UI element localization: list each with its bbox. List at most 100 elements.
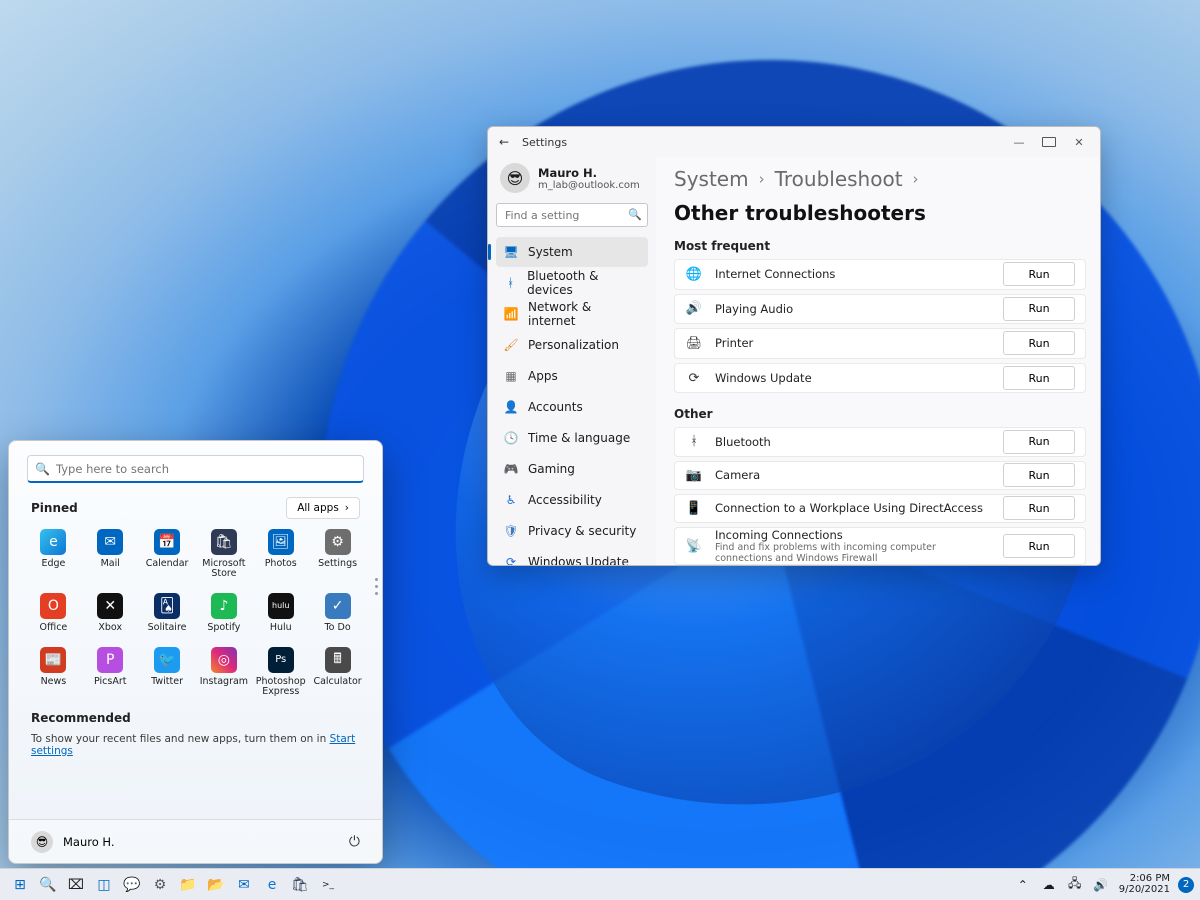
troubleshooter-title: Playing Audio	[715, 302, 991, 316]
terminal-taskbar[interactable]: >_	[315, 872, 341, 898]
troubleshooter-title: Internet Connections	[715, 267, 991, 281]
app-tile-news[interactable]: 📰 News	[25, 643, 82, 701]
spotify-icon: ♪	[211, 593, 237, 619]
nav-item-label: Personalization	[528, 338, 619, 352]
page-indicator[interactable]	[375, 578, 378, 595]
start-search-input[interactable]	[27, 455, 364, 483]
taskbar-clock[interactable]: 2:06 PM 9/20/2021	[1113, 874, 1176, 895]
nav-item-label: System	[528, 245, 573, 259]
app-tile-hulu[interactable]: hulu Hulu	[252, 589, 309, 637]
nav-item-label: Bluetooth & devices	[527, 269, 640, 297]
notification-badge[interactable]: 2	[1178, 877, 1194, 893]
todo-icon: ✓	[325, 593, 351, 619]
app-tile-edge[interactable]: e Edge	[25, 525, 82, 583]
nav-item-bluetooth-devices[interactable]: ᚼ Bluetooth & devices	[496, 268, 648, 298]
store-taskbar[interactable]: 🛍	[287, 872, 313, 898]
speaker-icon: 🔊	[685, 301, 703, 316]
crumb-troubleshoot[interactable]: Troubleshoot	[775, 167, 903, 191]
all-apps-button[interactable]: All apps ›	[286, 497, 360, 519]
app-tile-to-do[interactable]: ✓ To Do	[309, 589, 366, 637]
camera-icon: 📷	[685, 468, 703, 483]
nav-item-time-language[interactable]: 🕓 Time & language	[496, 423, 648, 453]
app-tile-settings[interactable]: ⚙ Settings	[309, 525, 366, 583]
troubleshooter-subtitle: Find and fix problems with incoming comp…	[715, 542, 991, 564]
run-button[interactable]: Run	[1003, 331, 1075, 355]
system-tray: ⌃☁🖧🔊	[1011, 872, 1113, 898]
troubleshooter-row: 🌐Internet Connections Run	[674, 259, 1086, 290]
maximize-button[interactable]	[1034, 127, 1064, 157]
app-tile-photos[interactable]: 🖼 Photos	[252, 525, 309, 583]
close-button[interactable]: ✕	[1064, 127, 1094, 157]
app-tile-calculator[interactable]: 🖩 Calculator	[309, 643, 366, 701]
settings-app-title: Settings	[522, 136, 567, 149]
volume-tray-icon[interactable]: 🔊	[1090, 872, 1112, 898]
app-tile-calendar[interactable]: 📅 Calendar	[139, 525, 196, 583]
avatar-icon: 😎	[31, 831, 53, 853]
start-user-button[interactable]: 😎 Mauro H.	[31, 831, 115, 853]
crumb-system[interactable]: System	[674, 167, 749, 191]
nav-item-accessibility[interactable]: ♿ Accessibility	[496, 485, 648, 515]
run-button[interactable]: Run	[1003, 463, 1075, 487]
start-user-name: Mauro H.	[63, 835, 115, 849]
back-button[interactable]: ←	[494, 135, 514, 149]
profile-block[interactable]: 😎 Mauro H. m_lab@outlook.com	[496, 157, 648, 203]
app-tile-office[interactable]: O Office	[25, 589, 82, 637]
app-label: Twitter	[151, 677, 183, 687]
run-button[interactable]: Run	[1003, 366, 1075, 390]
app-tile-mail[interactable]: ✉ Mail	[82, 525, 139, 583]
run-button[interactable]: Run	[1003, 430, 1075, 454]
nav-item-accounts[interactable]: 👤 Accounts	[496, 392, 648, 422]
nav-item-gaming[interactable]: 🎮 Gaming	[496, 454, 648, 484]
bluetooth-icon: ᚼ	[504, 276, 517, 290]
run-button[interactable]: Run	[1003, 262, 1075, 286]
edge-taskbar[interactable]: e	[259, 872, 285, 898]
settings-search-input[interactable]	[496, 203, 648, 227]
office-icon: O	[40, 593, 66, 619]
nav-item-privacy-security[interactable]: 🛡 Privacy & security	[496, 516, 648, 546]
app-tile-solitaire[interactable]: 🂡 Solitaire	[139, 589, 196, 637]
run-button[interactable]: Run	[1003, 534, 1075, 558]
phone-icon: 📱	[685, 501, 703, 516]
settings-window: ← Settings — ✕ 😎 Mauro H. m_lab@outlook.…	[487, 126, 1101, 566]
app-tile-photoshop-express[interactable]: Ps Photoshop Express	[252, 643, 309, 701]
app-tile-xbox[interactable]: ✕ Xbox	[82, 589, 139, 637]
troubleshooter-row: 📡Incoming ConnectionsFind and fix proble…	[674, 527, 1086, 565]
run-button[interactable]: Run	[1003, 297, 1075, 321]
network-tray-icon[interactable]: 🖧	[1064, 872, 1086, 898]
gaming-icon: 🎮	[504, 462, 518, 476]
calendar-icon: 📅	[154, 529, 180, 555]
explorer-taskbar-2[interactable]: 📂	[203, 872, 229, 898]
nav-item-network-internet[interactable]: 📶 Network & internet	[496, 299, 648, 329]
app-tile-twitter[interactable]: 🐦 Twitter	[139, 643, 196, 701]
nav-item-label: Windows Update	[528, 555, 629, 565]
run-button[interactable]: Run	[1003, 496, 1075, 520]
mail-taskbar[interactable]: ✉	[231, 872, 257, 898]
app-tile-microsoft-store[interactable]: 🛍 Microsoft Store	[195, 525, 252, 583]
app-tile-spotify[interactable]: ♪ Spotify	[195, 589, 252, 637]
nav-item-windows-update[interactable]: ⟳ Windows Update	[496, 547, 648, 565]
update-icon: ⟳	[504, 555, 518, 565]
accessibility-icon: ♿	[504, 493, 518, 507]
app-label: News	[41, 677, 67, 687]
tray-overflow-icon[interactable]: ⌃	[1012, 872, 1034, 898]
widgets-button[interactable]: ◫	[91, 872, 117, 898]
search-button[interactable]: 🔍	[35, 872, 61, 898]
nav-item-apps[interactable]: ▦ Apps	[496, 361, 648, 391]
chat-button[interactable]: 💬	[119, 872, 145, 898]
power-button[interactable]: ⏻	[349, 834, 360, 850]
clock-date: 9/20/2021	[1119, 885, 1170, 896]
settings-taskbar[interactable]: ⚙	[147, 872, 173, 898]
taskview-button[interactable]: ⌧	[63, 872, 89, 898]
minimize-button[interactable]: —	[1004, 127, 1034, 157]
onedrive-icon[interactable]: ☁	[1038, 872, 1060, 898]
nav-item-personalization[interactable]: 🖌 Personalization	[496, 330, 648, 360]
app-tile-instagram[interactable]: ◎ Instagram	[195, 643, 252, 701]
nav-item-system[interactable]: 🖥 System	[496, 237, 648, 267]
app-tile-picsart[interactable]: P PicsArt	[82, 643, 139, 701]
start-button[interactable]: ⊞	[7, 872, 33, 898]
nav-item-label: Time & language	[528, 431, 630, 445]
explorer-taskbar[interactable]: 📁	[175, 872, 201, 898]
mail-icon: ✉	[97, 529, 123, 555]
troubleshooter-title: Camera	[715, 468, 991, 482]
nav-item-label: Apps	[528, 369, 558, 383]
